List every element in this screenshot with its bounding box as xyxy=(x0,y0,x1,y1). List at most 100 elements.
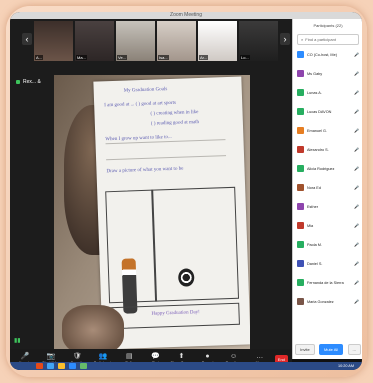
participant-name: CO (Co-host, Me) xyxy=(307,52,337,57)
avatar xyxy=(297,279,304,286)
search-icon: ⌕ xyxy=(301,37,304,42)
mic-muted-icon[interactable]: 🎤 xyxy=(354,52,359,57)
mic-muted-icon[interactable]: 🎤 xyxy=(354,299,359,304)
participant-row[interactable]: Lucas DAVON 🎤 xyxy=(293,102,362,121)
participant-name: Maria Gonzalez xyxy=(307,299,334,304)
mic-muted-icon[interactable]: 🎤 xyxy=(354,261,359,266)
participant-row[interactable]: Ms Gaby 🎤 xyxy=(293,64,362,83)
avatar xyxy=(297,165,304,172)
thumbnail-name: A... xyxy=(35,55,44,60)
worksheet-rule xyxy=(106,155,227,161)
participant-row[interactable]: Alicia Rodriguez 🎤 xyxy=(293,159,362,178)
participant-row[interactable]: CO (Co-host, Me) 🎤 xyxy=(293,45,362,64)
mic-muted-icon[interactable]: 🎤 xyxy=(354,242,359,247)
participant-row[interactable]: Paola M. 🎤 xyxy=(293,235,362,254)
participant-name: Alexandro S. xyxy=(307,147,329,152)
participant-row[interactable]: Daniel S. 🎤 xyxy=(293,254,362,273)
zoom-window: Zoom Meeting ‹ A... Ma... Ve... Isa... Ar...… xyxy=(10,12,362,370)
more-icon: … xyxy=(256,353,264,360)
avatar xyxy=(297,241,304,248)
thumbnail-name: Ar... xyxy=(199,55,209,60)
polls-icon: ▤ xyxy=(126,353,133,360)
participant-thumbnail[interactable]: Ma... xyxy=(75,21,114,61)
app-icon[interactable] xyxy=(36,363,43,369)
avatar xyxy=(297,51,304,58)
mic-muted-icon[interactable]: 🎤 xyxy=(354,71,359,76)
participants-title: Participants (22) xyxy=(313,23,343,28)
mic-muted-icon[interactable]: 🎤 xyxy=(354,128,359,133)
participants-footer: Invite Mute All ... xyxy=(293,344,362,355)
avatar xyxy=(297,127,304,134)
mic-muted-icon[interactable]: 🎤 xyxy=(354,109,359,114)
gallery-prev-arrow[interactable]: ‹ xyxy=(22,33,32,45)
hand-figure xyxy=(62,305,124,350)
avatar xyxy=(297,260,304,267)
app-icon[interactable] xyxy=(80,363,87,369)
mic-active-icon xyxy=(16,80,20,84)
participant-name: Nora Ed xyxy=(307,185,321,190)
participant-name: Mia xyxy=(307,223,314,228)
participant-thumbnail[interactable]: Isa... xyxy=(157,21,196,61)
participant-name: Ms Gaby xyxy=(307,71,323,76)
avatar xyxy=(297,108,304,115)
participant-row[interactable]: Fernanda de la Sierra 🎤 xyxy=(293,273,362,292)
worksheet-line: Draw a picture of what you want to be xyxy=(106,166,184,175)
participant-name: Daniel S. xyxy=(307,261,323,266)
participant-name: Lucas DAVON xyxy=(307,109,332,114)
app-icon[interactable] xyxy=(47,363,54,369)
mic-muted-icon[interactable]: 🎤 xyxy=(354,90,359,95)
mic-muted-icon[interactable]: 🎤 xyxy=(354,280,359,285)
app-icon[interactable] xyxy=(58,363,65,369)
participant-row[interactable]: Emanuel G. 🎤 xyxy=(293,121,362,140)
participant-thumbnail[interactable]: Lo... xyxy=(239,21,278,61)
participants-icon: 👥 xyxy=(98,353,108,360)
unmute-icon: 🎤 xyxy=(20,353,30,360)
more-options-button[interactable]: ... xyxy=(347,344,361,355)
mute-all-button[interactable]: Mute All xyxy=(318,344,344,355)
participant-name: Lunas A. xyxy=(307,90,322,95)
zoom-app-icon[interactable] xyxy=(69,363,76,369)
os-taskbar: 10:20 AM xyxy=(10,362,362,370)
invite-button[interactable]: Invite xyxy=(295,344,315,355)
search-placeholder: Find a participant xyxy=(305,37,336,42)
avatar xyxy=(297,89,304,96)
clock: 10:20 AM xyxy=(337,364,354,368)
worksheet-line: ( ) creating when in like xyxy=(150,110,199,117)
worksheet-line: I am good at ... ( ) good at art sports xyxy=(104,100,177,109)
avatar xyxy=(297,222,304,229)
active-speaker-video: My Graduation Goals I am good at ... ( )… xyxy=(54,75,250,350)
mic-muted-icon[interactable]: 🎤 xyxy=(354,204,359,209)
mic-muted-icon[interactable]: 🎤 xyxy=(354,223,359,228)
thumbnail-name: Ma... xyxy=(76,55,87,60)
participant-name: Paola M. xyxy=(307,242,322,247)
gallery-next-arrow[interactable]: › xyxy=(280,33,290,45)
participant-name: Fernanda de la Sierra xyxy=(307,280,344,285)
mic-muted-icon[interactable]: 🎤 xyxy=(354,185,359,190)
mic-muted-icon[interactable]: 🎤 xyxy=(354,166,359,171)
participant-list: CO (Co-host, Me) 🎤 Ms Gaby 🎤 Lunas A. 🎤 Lucas … xyxy=(293,45,362,311)
avatar xyxy=(297,298,304,305)
participant-row[interactable]: Mia 🎤 xyxy=(293,216,362,235)
participant-name: Emanuel G. xyxy=(307,128,328,133)
participant-row[interactable]: Esther 🎤 xyxy=(293,197,362,216)
record-icon: ● xyxy=(205,353,210,360)
worksheet-caption-box xyxy=(109,302,240,330)
participant-name: Esther xyxy=(307,204,318,209)
participant-search-input[interactable]: ⌕ Find a participant xyxy=(297,34,359,45)
participant-row[interactable]: Maria Gonzalez 🎤 xyxy=(293,292,362,311)
participant-row[interactable]: Alexandro S. 🎤 xyxy=(293,140,362,159)
participant-thumbnail[interactable]: Ve... xyxy=(116,21,155,61)
security-icon: 🛡 xyxy=(72,353,82,360)
speaker-name: Rex... & xyxy=(23,79,41,85)
meeting-area: ‹ A... Ma... Ve... Isa... Ar... Lo... › Rex..… xyxy=(10,19,292,369)
participant-row[interactable]: Lunas A. 🎤 xyxy=(293,83,362,102)
participant-thumbnail[interactable]: Ar... xyxy=(198,21,237,61)
mic-muted-icon[interactable]: 🎤 xyxy=(354,147,359,152)
participant-name: Alicia Rodriguez xyxy=(307,166,335,171)
participant-row[interactable]: Nora Ed 🎤 xyxy=(293,178,362,197)
chat-icon: 💬 xyxy=(151,353,160,360)
worksheet-paper: My Graduation Goals I am good at ... ( )… xyxy=(93,76,250,350)
participant-thumbnail[interactable]: A... xyxy=(34,21,73,61)
speaker-tag: Rex... & xyxy=(16,79,41,85)
gallery-strip: A... Ma... Ve... Isa... Ar... Lo... xyxy=(34,21,278,61)
